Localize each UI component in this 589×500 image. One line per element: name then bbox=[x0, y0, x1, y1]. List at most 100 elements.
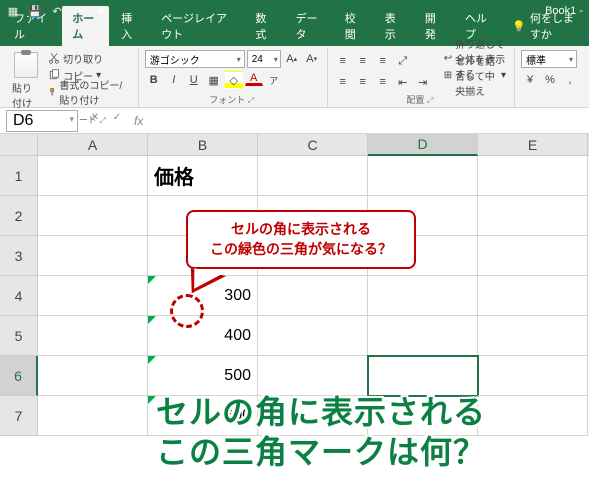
accounting-button[interactable]: ¥ bbox=[521, 71, 539, 89]
align-left-button[interactable]: ≡ bbox=[334, 73, 352, 91]
fill-color-button[interactable]: ◇ bbox=[225, 71, 243, 89]
font-name-select[interactable]: 游ゴシック bbox=[145, 50, 245, 68]
error-indicator-icon bbox=[148, 316, 156, 324]
tab-data[interactable]: データ bbox=[286, 6, 333, 46]
tab-formulas[interactable]: 数式 bbox=[245, 6, 283, 46]
copy-icon bbox=[48, 69, 60, 81]
col-header-e[interactable]: E bbox=[478, 134, 588, 155]
cut-button[interactable]: 切り取り bbox=[46, 50, 132, 66]
cell-c4[interactable] bbox=[258, 276, 368, 316]
row-header-3[interactable]: 3 bbox=[0, 236, 38, 276]
cell-e5[interactable] bbox=[478, 316, 588, 356]
font-color-button[interactable]: A bbox=[245, 71, 263, 86]
decrease-indent-button[interactable]: ⇤ bbox=[394, 73, 412, 91]
cell-d1[interactable] bbox=[368, 156, 478, 196]
cell-e6[interactable] bbox=[478, 356, 588, 396]
paste-label: 貼り付け bbox=[12, 80, 40, 110]
increase-indent-button[interactable]: ⇥ bbox=[414, 73, 432, 91]
align-middle-button[interactable]: ≡ bbox=[354, 52, 372, 70]
cell-b5[interactable]: 400 bbox=[148, 316, 258, 356]
overlay-line2: この三角マークは何？ bbox=[156, 432, 486, 472]
cell-a3[interactable] bbox=[38, 236, 148, 276]
cancel-formula-button[interactable]: ✕ bbox=[86, 112, 104, 130]
cell-c6[interactable] bbox=[258, 356, 368, 396]
merge-center-button[interactable]: ⊞ セルを結合して中央揃え ▾ bbox=[442, 67, 508, 83]
undo-icon[interactable]: ↶ bbox=[50, 4, 64, 18]
name-box[interactable]: D6 bbox=[6, 110, 78, 132]
scissors-icon bbox=[48, 52, 60, 64]
align-launcher[interactable]: ⤢ bbox=[427, 96, 435, 105]
tab-pagelayout[interactable]: ページレイアウト bbox=[151, 6, 243, 46]
align-top-button[interactable]: ≡ bbox=[334, 52, 352, 70]
row-header-6[interactable]: 6 bbox=[0, 356, 38, 396]
cell-b1[interactable]: 価格 bbox=[148, 156, 258, 196]
italic-button[interactable]: I bbox=[165, 71, 183, 89]
align-right-button[interactable]: ≡ bbox=[374, 73, 392, 91]
annotation-circle bbox=[170, 294, 204, 328]
cell-c1[interactable] bbox=[258, 156, 368, 196]
save-icon[interactable]: 💾 bbox=[28, 4, 42, 18]
decrease-font-button[interactable]: A▾ bbox=[303, 50, 321, 68]
select-all-corner[interactable] bbox=[0, 134, 38, 156]
cell-a1[interactable] bbox=[38, 156, 148, 196]
redo-icon[interactable]: ↷ bbox=[72, 4, 86, 18]
col-header-c[interactable]: C bbox=[258, 134, 368, 155]
cell-a6[interactable] bbox=[38, 356, 148, 396]
row-header-4[interactable]: 4 bbox=[0, 276, 38, 316]
enter-formula-button[interactable]: ✓ bbox=[108, 112, 126, 130]
tab-review[interactable]: 校閲 bbox=[335, 6, 373, 46]
font-launcher[interactable]: ⤢ bbox=[248, 96, 256, 105]
cell-b6[interactable]: 500 bbox=[148, 356, 258, 396]
cell-e4[interactable] bbox=[478, 276, 588, 316]
row-header-7[interactable]: 7 bbox=[0, 396, 38, 436]
bold-button[interactable]: B bbox=[145, 71, 163, 89]
cell-a2[interactable] bbox=[38, 196, 148, 236]
comma-button[interactable]: , bbox=[561, 71, 579, 89]
font-group: 游ゴシック 24 A▴ A▾ B I U ▦ ◇ A ア フォント ⤢ bbox=[139, 48, 328, 107]
alignment-group: ≡ ≡ ≡ ⤢ ≡ ≡ ≡ ⇤ ⇥ ↩ 折り返して全体を表示する bbox=[328, 48, 515, 107]
number-format-select[interactable]: 標準 bbox=[521, 50, 577, 68]
qat-dropdown-icon[interactable]: ▾ bbox=[94, 4, 108, 18]
tab-view[interactable]: 表示 bbox=[375, 6, 413, 46]
increase-font-button[interactable]: A▴ bbox=[283, 50, 301, 68]
cell-e7[interactable] bbox=[478, 396, 588, 436]
col-header-b[interactable]: B bbox=[148, 134, 258, 155]
col-header-a[interactable]: A bbox=[38, 134, 148, 155]
border-button[interactable]: ▦ bbox=[205, 71, 223, 89]
format-painter-button[interactable]: 書式のコピー/貼り付け bbox=[46, 84, 132, 100]
error-indicator-icon bbox=[148, 396, 156, 404]
clipboard-group: 貼り付け 切り取り コピー ▾ 書式のコピー/貼り付け クリップボード ⤢ bbox=[4, 48, 139, 107]
align-bottom-button[interactable]: ≡ bbox=[374, 52, 392, 70]
tab-insert[interactable]: 挿入 bbox=[111, 6, 149, 46]
cell-e3[interactable] bbox=[478, 236, 588, 276]
tell-me-search[interactable]: 💡 何をしますか bbox=[504, 6, 589, 46]
row-header-1[interactable]: 1 bbox=[0, 156, 38, 196]
cell-d5[interactable] bbox=[368, 316, 478, 356]
orientation-button[interactable]: ⤢ bbox=[394, 52, 412, 70]
callout-line1: セルの角に表示される bbox=[198, 220, 404, 240]
paste-button[interactable]: 貼り付け bbox=[10, 50, 42, 112]
row-header-5[interactable]: 5 bbox=[0, 316, 38, 356]
cell-e2[interactable] bbox=[478, 196, 588, 236]
underline-button[interactable]: U bbox=[185, 71, 203, 89]
merge-icon: ⊞ bbox=[444, 70, 452, 81]
font-size-select[interactable]: 24 bbox=[247, 50, 281, 68]
fx-icon[interactable]: fx bbox=[128, 114, 149, 128]
cell-d4[interactable] bbox=[368, 276, 478, 316]
tab-developer[interactable]: 開発 bbox=[415, 6, 453, 46]
worksheet-grid: A B C D E 1 価格 2 3 bbox=[0, 134, 589, 436]
error-indicator-icon bbox=[148, 356, 156, 364]
lightbulb-icon: 💡 bbox=[512, 20, 526, 33]
row-header-2[interactable]: 2 bbox=[0, 196, 38, 236]
cell-a4[interactable] bbox=[38, 276, 148, 316]
col-header-d[interactable]: D bbox=[368, 134, 478, 156]
cell-d6[interactable] bbox=[368, 356, 478, 396]
cell-e1[interactable] bbox=[478, 156, 588, 196]
phonetic-button[interactable]: ア bbox=[265, 71, 283, 89]
percent-button[interactable]: % bbox=[541, 71, 559, 89]
cell-a7[interactable] bbox=[38, 396, 148, 436]
number-group: 標準 ¥ % , bbox=[515, 48, 585, 107]
align-center-button[interactable]: ≡ bbox=[354, 73, 372, 91]
cell-a5[interactable] bbox=[38, 316, 148, 356]
cell-c5[interactable] bbox=[258, 316, 368, 356]
